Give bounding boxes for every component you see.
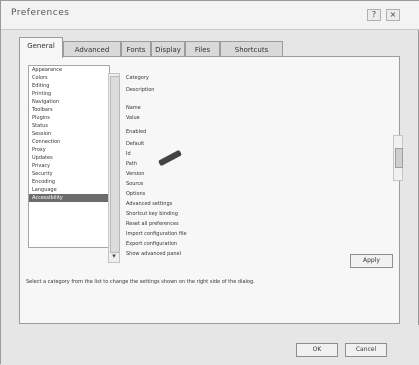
list-item[interactable]: Toolbars	[29, 106, 109, 114]
list-item-selected[interactable]: Accessibility	[29, 194, 109, 202]
detail-line: Description	[126, 87, 155, 93]
ok-button[interactable]: OK	[296, 343, 338, 357]
scrollbar-thumb[interactable]	[395, 148, 403, 168]
list-item[interactable]: Security	[29, 170, 109, 178]
detail-line: Enabled	[126, 129, 147, 135]
list-item[interactable]: Proxy	[29, 146, 109, 154]
scrollbar-thumb[interactable]	[110, 76, 120, 253]
tab-general[interactable]: General	[19, 37, 63, 58]
list-item[interactable]: Colors	[29, 74, 109, 82]
list-item[interactable]: Language	[29, 186, 109, 194]
title-bar: Preferences ? ×	[1, 1, 419, 30]
detail-line: Source	[126, 181, 144, 187]
tab-advanced[interactable]: Advanced	[63, 41, 121, 57]
detail-line: Version	[126, 171, 145, 177]
cancel-button[interactable]: Cancel	[345, 343, 387, 357]
list-item[interactable]: Appearance	[29, 66, 109, 74]
dialog-footer: OK Cancel	[1, 325, 419, 365]
list-item[interactable]: Status	[29, 122, 109, 130]
details-scrollbar[interactable]	[393, 135, 403, 181]
list-item[interactable]: Navigation	[29, 98, 109, 106]
preferences-window: Preferences ? × General Advanced Fonts D…	[0, 0, 419, 365]
list-item[interactable]: Session	[29, 130, 109, 138]
list-item[interactable]: Privacy	[29, 162, 109, 170]
tab-fonts[interactable]: Fonts	[121, 41, 151, 57]
help-button[interactable]: ?	[367, 9, 381, 21]
detail-line: Import configuration file	[126, 231, 187, 237]
list-item[interactable]: Connection	[29, 138, 109, 146]
category-list[interactable]: Appearance Colors Editing Printing Navig…	[28, 65, 110, 248]
detail-line: Advanced settings	[126, 201, 173, 207]
list-item[interactable]: Updates	[29, 154, 109, 162]
list-item[interactable]: Plugins	[29, 114, 109, 122]
window-title: Preferences	[11, 8, 70, 18]
detail-line: Options	[126, 191, 146, 197]
detail-line: Shortcut key binding	[126, 211, 178, 217]
tab-display[interactable]: Display	[151, 41, 185, 57]
list-item[interactable]: Encoding	[29, 178, 109, 186]
list-item[interactable]: Editing	[29, 82, 109, 90]
tab-files[interactable]: Files	[185, 41, 220, 57]
details-pane: Category Description Name Value Enabled …	[124, 71, 364, 261]
detail-line: Reset all preferences	[126, 221, 179, 227]
list-item[interactable]: Printing	[29, 90, 109, 98]
list-scrollbar[interactable]: ▾	[108, 73, 120, 263]
detail-line: Value	[126, 115, 140, 121]
detail-line: Id	[126, 151, 131, 157]
detail-line: Category	[126, 75, 149, 81]
detail-line: Show advanced panel	[126, 251, 181, 257]
scroll-down-icon[interactable]: ▾	[109, 252, 119, 260]
tab-panel: Appearance Colors Editing Printing Navig…	[19, 56, 403, 324]
apply-button[interactable]: Apply	[350, 254, 393, 268]
detail-line: Export configuration	[126, 241, 178, 247]
detail-line: Path	[126, 161, 137, 167]
detail-line: Name	[126, 105, 141, 111]
help-text: Select a category from the list to chang…	[26, 279, 255, 285]
tab-shortcuts[interactable]: Shortcuts	[220, 41, 283, 57]
detail-line: Default	[126, 141, 145, 147]
close-button[interactable]: ×	[386, 9, 400, 21]
